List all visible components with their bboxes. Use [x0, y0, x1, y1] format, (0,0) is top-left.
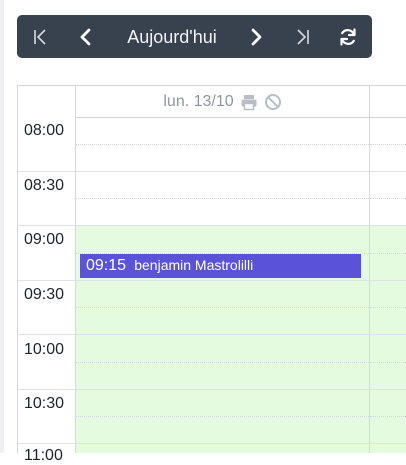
- day-column-header: lun. 13/10: [76, 86, 370, 117]
- calendar-toolbar: Aujourd'hui: [17, 15, 372, 58]
- appointment-event[interactable]: 09:15 benjamin Mastrolilli: [80, 254, 361, 278]
- last-page-icon: [297, 29, 309, 45]
- slot-divider: [18, 225, 75, 226]
- slot-divider: [18, 334, 75, 335]
- slot-divider: [370, 389, 406, 390]
- first-page-button[interactable]: [25, 22, 55, 52]
- time-slot-label: 09:30: [24, 286, 65, 303]
- quarter-divider: [76, 198, 369, 199]
- quarter-divider: [370, 144, 406, 145]
- slot-divider: [76, 389, 369, 390]
- slot-divider: [18, 443, 75, 444]
- time-slot-label: 08:30: [24, 177, 65, 194]
- slot-divider: [76, 443, 369, 444]
- first-page-icon: [34, 29, 46, 45]
- event-time: 09:15: [86, 257, 127, 274]
- slot-divider: [76, 280, 369, 281]
- slot-divider: [18, 389, 75, 390]
- slot-divider: [370, 171, 406, 172]
- slot-divider: [370, 225, 406, 226]
- slot-divider: [76, 225, 369, 226]
- slot-divider: [18, 171, 75, 172]
- day-header-label: lun. 13/10: [163, 92, 234, 110]
- time-gutter: 08:00 08:30 09:00 09:30 10:00 10:30 11:0…: [17, 117, 76, 464]
- block-icon[interactable]: [264, 93, 282, 111]
- chevron-left-icon: [80, 28, 91, 46]
- quarter-divider: [370, 416, 406, 417]
- quarter-divider: [76, 362, 369, 363]
- time-gutter-header: [17, 86, 76, 117]
- quarter-divider: [370, 253, 406, 254]
- time-slot-label: 11:00: [24, 447, 63, 464]
- day-column[interactable]: 09:15 benjamin Mastrolilli: [76, 117, 370, 453]
- quarter-divider: [370, 362, 406, 363]
- next-day-column-header: [370, 86, 406, 117]
- today-button[interactable]: Aujourd'hui: [117, 22, 227, 52]
- left-edge-strip: [0, 0, 4, 453]
- next-day-column[interactable]: [370, 117, 406, 453]
- refresh-button[interactable]: [333, 22, 363, 52]
- time-grid: 08:00 08:30 09:00 09:30 10:00 10:30 11:0…: [17, 117, 406, 464]
- event-patient-name: benjamin Mastrolilli: [134, 257, 254, 273]
- refresh-icon: [340, 28, 356, 46]
- time-slot-label: 08:00: [24, 122, 65, 139]
- last-page-button[interactable]: [288, 22, 318, 52]
- available-time-block: [370, 225, 406, 453]
- slot-divider: [370, 443, 406, 444]
- time-slot-label: 10:30: [24, 395, 65, 412]
- slot-divider: [18, 280, 75, 281]
- quarter-divider: [76, 307, 369, 308]
- print-icon[interactable]: [240, 93, 258, 111]
- quarter-divider: [76, 416, 369, 417]
- quarter-divider: [370, 307, 406, 308]
- slot-divider: [370, 280, 406, 281]
- previous-button[interactable]: [71, 22, 101, 52]
- slot-divider: [370, 334, 406, 335]
- chevron-right-icon: [251, 28, 262, 46]
- time-slot-label: 10:00: [24, 341, 65, 358]
- slot-divider: [76, 334, 369, 335]
- next-button[interactable]: [241, 22, 271, 52]
- time-slot-label: 09:00: [24, 231, 65, 248]
- calendar-header-row: lun. 13/10: [17, 85, 406, 118]
- slot-divider: [76, 171, 369, 172]
- quarter-divider: [370, 198, 406, 199]
- quarter-divider: [76, 144, 369, 145]
